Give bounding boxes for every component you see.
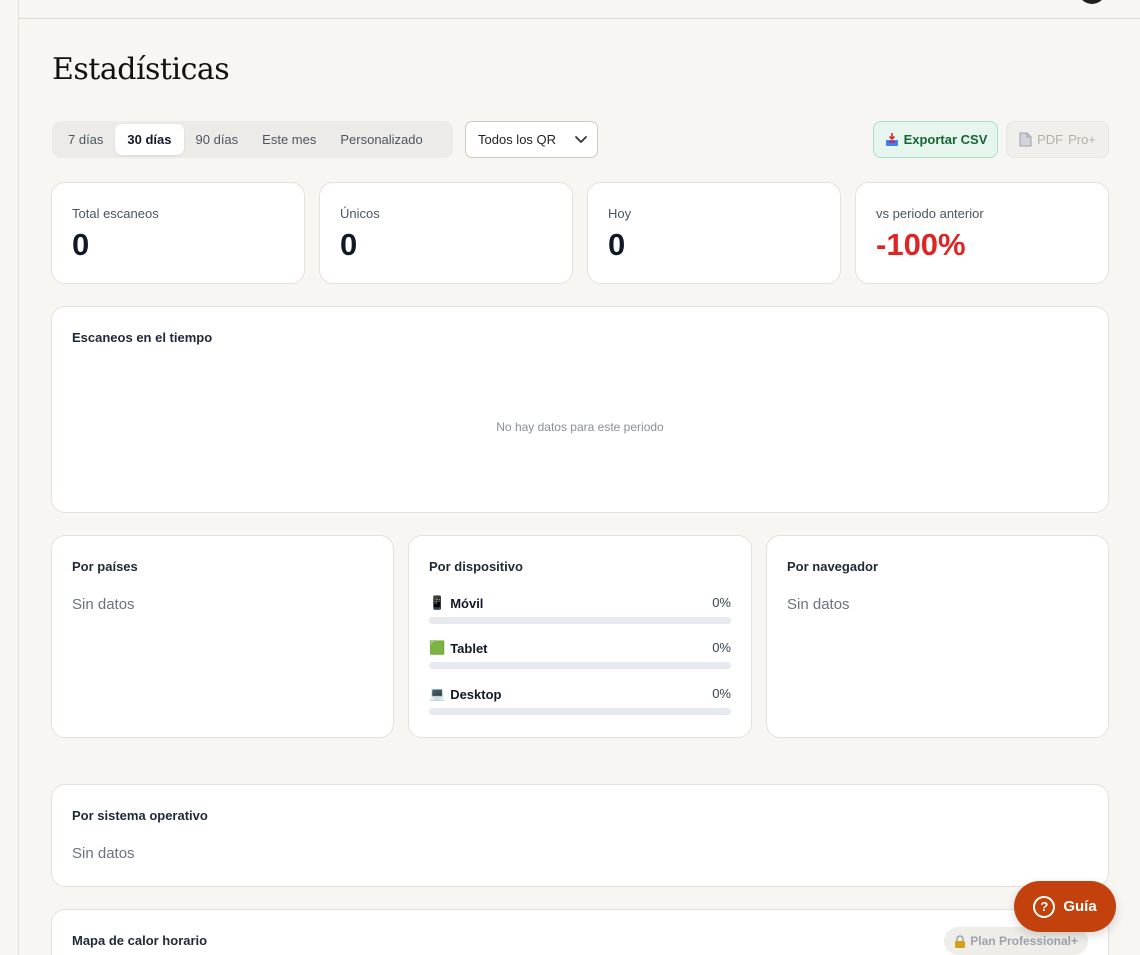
empty-state: No hay datos para este periodo <box>496 420 664 434</box>
qr-filter-select[interactable]: Todos los QR <box>465 121 598 158</box>
stat-label: Total escaneos <box>72 206 159 221</box>
countries-card: Por países Sin datos <box>51 535 394 738</box>
tab-7-dias[interactable]: 7 días <box>56 124 115 155</box>
tablet-icon: 🟩 <box>429 640 446 655</box>
card-title: Por navegador <box>787 559 879 574</box>
sidebar-rail <box>0 0 19 955</box>
mobile-icon: 📱 <box>429 595 446 610</box>
device-name: 📱 Móvil <box>429 595 483 611</box>
chevron-down-icon <box>575 136 587 143</box>
laptop-icon: 💻 <box>429 686 446 701</box>
stat-value: 0 <box>72 227 90 262</box>
stat-label: vs periodo anterior <box>876 206 984 221</box>
card-title: Mapa de calor horario <box>72 933 208 948</box>
progress-track <box>429 662 731 669</box>
progress-track <box>429 617 731 624</box>
devices-card: Por dispositivo 📱 Móvil 0% 🟩 Tablet 0% 💻… <box>408 535 752 738</box>
device-label: Móvil <box>450 595 484 611</box>
stat-card-total: Total escaneos 0 <box>51 182 305 284</box>
device-name: 💻 Desktop <box>429 686 501 702</box>
stat-value: 0 <box>608 227 626 262</box>
page-title: Estadísticas <box>52 52 230 87</box>
avatar[interactable] <box>1078 0 1106 4</box>
stat-label: Únicos <box>340 206 380 221</box>
document-icon <box>1019 132 1032 147</box>
progress-track <box>429 708 731 715</box>
export-pdf-button[interactable]: PDF Pro+ <box>1006 121 1109 158</box>
card-title: Por sistema operativo <box>72 808 208 823</box>
device-row-movil: 📱 Móvil 0% <box>429 595 731 627</box>
card-title: Por países <box>72 559 138 574</box>
stat-value: -100% <box>876 227 966 262</box>
heatmap-card: Mapa de calor horario Plan Professional+ <box>51 909 1109 955</box>
export-pdf-label: PDF <box>1037 132 1064 147</box>
question-circle-icon: ? <box>1033 895 1056 918</box>
timeline-card: Escaneos en el tiempo No hay datos para … <box>51 306 1109 513</box>
device-row-tablet: 🟩 Tablet 0% <box>429 640 731 672</box>
pro-plus-tag: Pro+ <box>1068 132 1096 147</box>
tab-este-mes[interactable]: Este mes <box>250 124 328 155</box>
card-title: Escaneos en el tiempo <box>72 330 213 345</box>
export-csv-label: Exportar CSV <box>903 132 988 147</box>
guide-label: Guía <box>1063 898 1097 915</box>
tab-personalizado[interactable]: Personalizado <box>328 124 434 155</box>
device-name: 🟩 Tablet <box>429 640 488 656</box>
guide-button[interactable]: ? Guía <box>1014 881 1116 932</box>
tab-30-dias[interactable]: 30 días <box>115 124 184 155</box>
inbox-tray-icon <box>885 132 898 146</box>
device-percent: 0% <box>712 640 731 655</box>
os-card: Por sistema operativo Sin datos <box>51 784 1109 887</box>
plan-badge-label: Plan Professional+ <box>970 934 1078 948</box>
device-label: Tablet <box>450 640 488 656</box>
stat-card-comparison: vs periodo anterior -100% <box>855 182 1109 284</box>
export-csv-button[interactable]: Exportar CSV <box>873 121 998 158</box>
empty-state: Sin datos <box>72 596 135 613</box>
tab-90-dias[interactable]: 90 días <box>184 124 251 155</box>
date-range-tabs: 7 días 30 días 90 días Este mes Personal… <box>52 121 453 158</box>
device-label: Desktop <box>450 686 502 702</box>
card-title: Por dispositivo <box>429 559 523 574</box>
device-percent: 0% <box>712 686 731 701</box>
stat-card-hoy: Hoy 0 <box>587 182 841 284</box>
stat-label: Hoy <box>608 206 632 221</box>
empty-state: Sin datos <box>787 596 850 613</box>
device-row-desktop: 💻 Desktop 0% <box>429 686 731 718</box>
device-percent: 0% <box>712 595 731 610</box>
browsers-card: Por navegador Sin datos <box>766 535 1109 738</box>
lock-icon <box>955 934 966 948</box>
top-bar <box>19 0 1140 19</box>
empty-state: Sin datos <box>72 845 135 862</box>
qr-filter-value: Todos los QR <box>478 132 557 147</box>
stat-card-unicos: Únicos 0 <box>319 182 573 284</box>
stat-value: 0 <box>340 227 358 262</box>
